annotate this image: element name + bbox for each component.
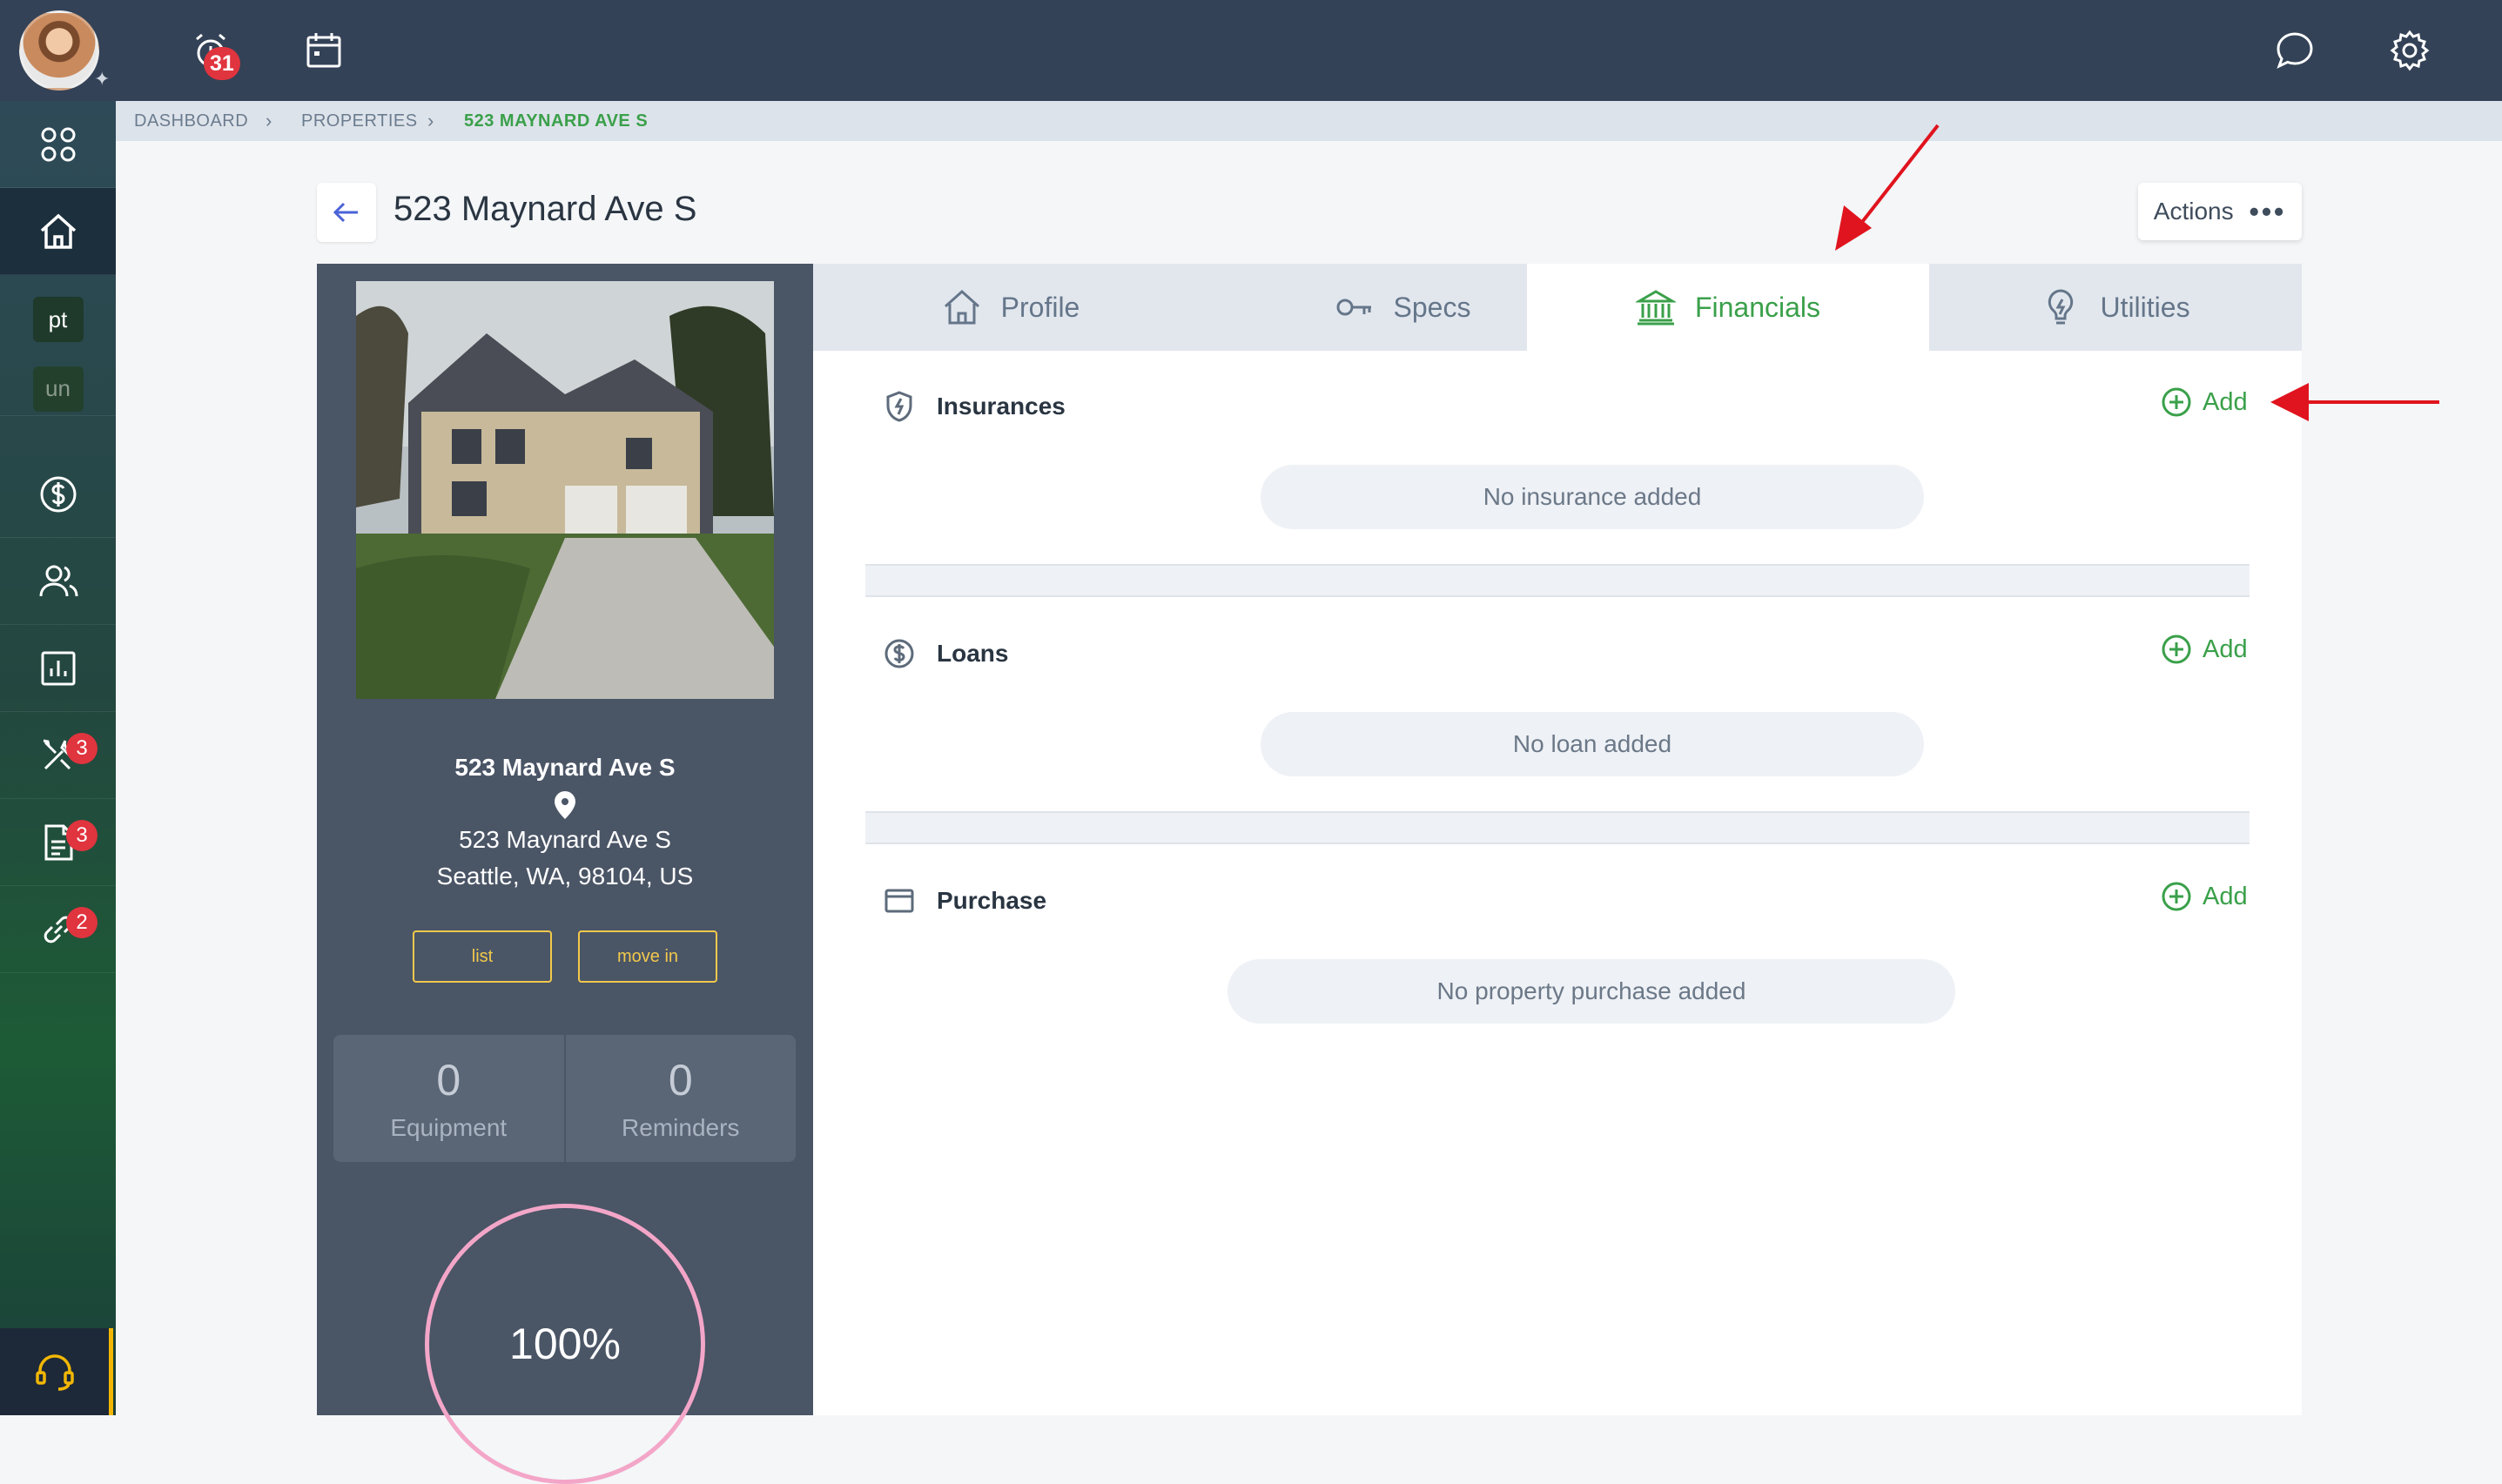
people-icon (39, 565, 77, 596)
property-name: 523 Maynard Ave S (454, 754, 676, 781)
home-icon (944, 289, 979, 325)
sidebar-item-apps[interactable] (0, 101, 116, 188)
loans-header: Loans (883, 637, 1008, 670)
reminders-count: 0 (668, 1056, 693, 1105)
tab-financials-label: Financials (1694, 291, 1821, 323)
actions-button[interactable]: Actions ••• (2138, 183, 2302, 240)
sidebar-item-documents[interactable]: 3 (0, 799, 116, 886)
dollar-circle-icon (40, 476, 76, 512)
breadcrumb-properties[interactable]: PROPERTIES (301, 111, 418, 131)
sidebar-item-properties[interactable] (0, 188, 116, 275)
tab-specs-label: Specs (1393, 291, 1471, 323)
address-line-2: Seattle, WA, 98104, US (436, 863, 694, 890)
breadcrumb-separator: › (266, 110, 272, 131)
list-button[interactable]: list (413, 930, 552, 983)
purchase-title: Purchase (937, 887, 1047, 914)
documents-badge: 3 (66, 820, 98, 851)
bar-chart-icon (41, 651, 75, 685)
location-pin-icon (555, 791, 575, 819)
completion-percent: 100% (509, 1319, 621, 1368)
breadcrumb-separator: › (427, 110, 434, 131)
lightbulb-icon (2048, 289, 2074, 325)
section-divider (865, 564, 2250, 597)
insurances-empty-state: No insurance added (1261, 465, 1924, 529)
equipment-label: Equipment (390, 1114, 508, 1141)
purchase-empty-state: No property purchase added (1227, 959, 1955, 1024)
notifications-badge: 31 (204, 47, 240, 80)
tab-utilities-label: Utilities (2100, 291, 2190, 323)
section-divider (865, 811, 2250, 844)
completion-ring: 100% (425, 1204, 705, 1484)
actions-label: Actions (2153, 198, 2234, 225)
chip-un: un (32, 366, 84, 412)
card-icon (884, 889, 914, 913)
sidebar-item-finance[interactable] (0, 451, 116, 538)
apps-grid-icon (41, 127, 75, 161)
breadcrumb: DASHBOARD › PROPERTIES › 523 MAYNARD AVE… (116, 101, 2502, 141)
add-purchase-button[interactable]: Add (2161, 881, 2248, 912)
add-loan-button[interactable]: Add (2161, 634, 2248, 665)
pin-icon: ✦ (94, 68, 111, 90)
add-insurance-label: Add (2203, 387, 2248, 416)
key-icon (1336, 299, 1371, 316)
settings-gear-icon[interactable] (2384, 24, 2436, 77)
breadcrumb-dashboard[interactable]: DASHBOARD (134, 111, 248, 131)
left-sidebar: pt un 3 3 2 (0, 101, 116, 1415)
equipment-stat[interactable]: 0 Equipment (333, 1035, 564, 1162)
tab-profile-label: Profile (1000, 291, 1080, 323)
add-loan-label: Add (2203, 635, 2248, 663)
breadcrumb-current: 523 MAYNARD AVE S (464, 111, 649, 131)
headset-icon (35, 1354, 74, 1391)
plus-circle-icon (2162, 635, 2191, 664)
tab-financials[interactable]: Financials (1527, 264, 1929, 351)
top-bar: ✦ 31 (0, 0, 2502, 101)
annotation-arrow-financials (1835, 124, 1940, 251)
chip-pt: pt (32, 297, 84, 342)
maintenance-badge: 3 (66, 733, 98, 764)
sidebar-item-un[interactable]: un (0, 362, 116, 416)
property-panel: 523 Maynard Ave S 523 Maynard Ave S Seat… (317, 264, 813, 1484)
add-insurance-button[interactable]: Add (2161, 386, 2248, 418)
chat-icon[interactable] (2269, 24, 2321, 77)
insurances-title: Insurances (937, 393, 1066, 420)
sidebar-item-links[interactable]: 2 (0, 886, 116, 973)
shield-icon (886, 391, 912, 422)
home-icon (40, 213, 76, 249)
equipment-count: 0 (436, 1056, 461, 1105)
purchase-header: Purchase (883, 884, 1046, 917)
arrow-left-icon (333, 202, 358, 223)
loans-empty-state: No loan added (1261, 712, 1924, 776)
dollar-circle-icon (884, 639, 914, 668)
sidebar-item-people[interactable] (0, 538, 116, 625)
insurances-header: Insurances (883, 390, 1066, 423)
alarm-icon[interactable]: 31 (185, 24, 240, 80)
plus-circle-icon (2162, 387, 2191, 417)
more-dots-icon: ••• (2249, 195, 2287, 227)
page-title: 523 Maynard Ave S (393, 190, 697, 228)
property-photo (356, 281, 774, 699)
plus-circle-icon (2162, 882, 2191, 911)
tab-profile[interactable]: Profile (813, 264, 1208, 351)
sidebar-item-pt[interactable]: pt (0, 292, 116, 346)
tab-utilities[interactable]: Utilities (1929, 264, 2302, 351)
back-button[interactable] (317, 183, 376, 242)
links-badge: 2 (66, 907, 98, 938)
property-stats: 0 Equipment 0 Reminders (333, 1035, 796, 1162)
calendar-icon[interactable] (298, 24, 350, 77)
reminders-stat[interactable]: 0 Reminders (563, 1035, 797, 1162)
loans-title: Loans (937, 640, 1009, 667)
reminders-label: Reminders (622, 1114, 740, 1141)
sidebar-item-maintenance[interactable]: 3 (0, 712, 116, 799)
tab-bar: Profile Specs Financials Utilities (813, 264, 2302, 351)
bank-icon (1635, 290, 1676, 326)
sidebar-item-reports[interactable] (0, 625, 116, 712)
support-button[interactable] (0, 1328, 113, 1415)
user-avatar[interactable] (19, 10, 99, 91)
add-purchase-label: Add (2203, 882, 2248, 910)
move-in-button[interactable]: move in (578, 930, 717, 983)
address-line-1: 523 Maynard Ave S (459, 826, 671, 853)
